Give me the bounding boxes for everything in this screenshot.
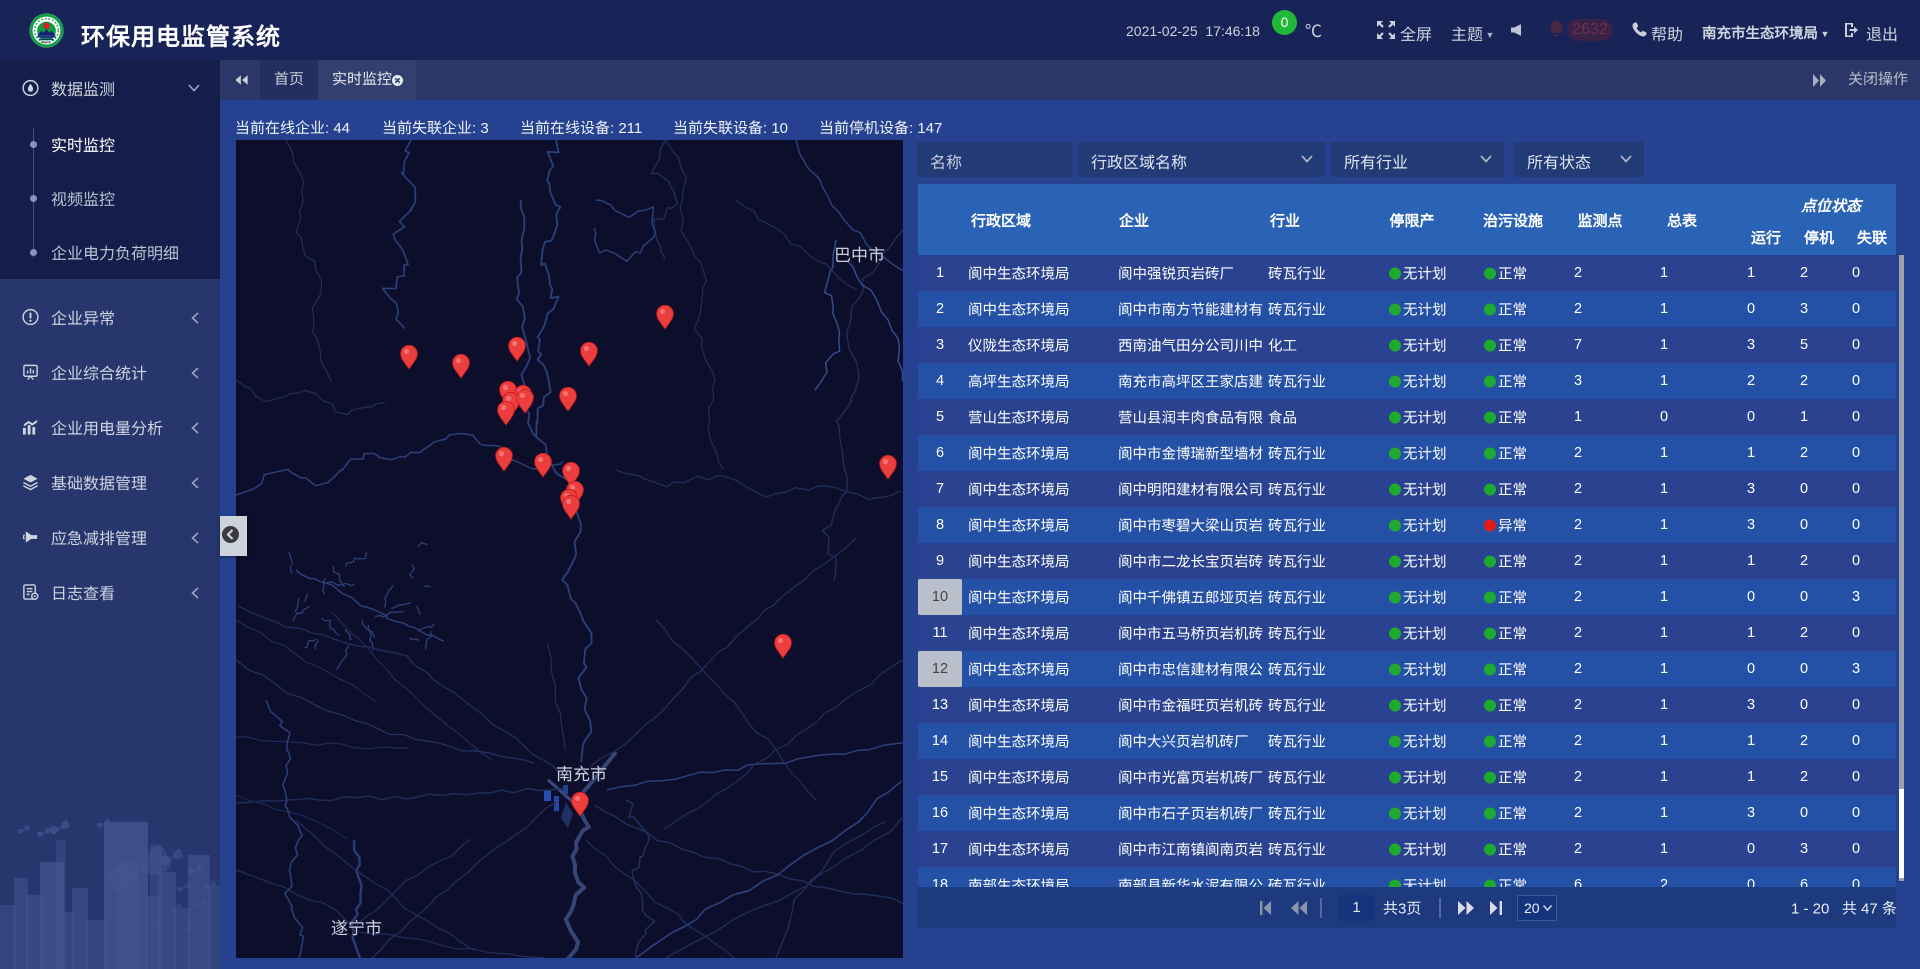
svg-text:巴中市: 巴中市 xyxy=(834,241,885,266)
svg-text:南充市: 南充市 xyxy=(556,760,607,785)
svg-text:遂宁市: 遂宁市 xyxy=(331,914,382,939)
